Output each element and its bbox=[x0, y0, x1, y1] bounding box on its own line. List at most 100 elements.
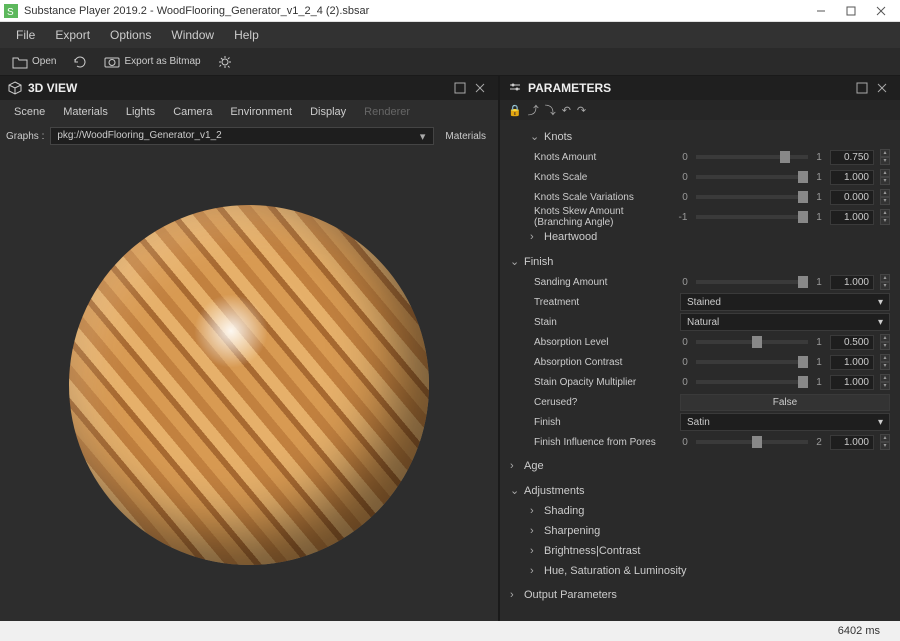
import-params-icon[interactable]: ⤵ bbox=[545, 102, 556, 118]
menubar: File Export Options Window Help bbox=[0, 22, 900, 48]
value-sanding[interactable]: 1.000 bbox=[830, 275, 874, 290]
value-knots-skew[interactable]: 1.000 bbox=[830, 210, 874, 225]
group-heartwood[interactable]: › Heartwood bbox=[500, 227, 900, 247]
slider-knots-scale[interactable] bbox=[696, 175, 808, 179]
group-output-label: Output Parameters bbox=[524, 589, 617, 601]
export-bitmap-label: Export as Bitmap bbox=[124, 56, 200, 67]
value-stain-opacity[interactable]: 1.000 bbox=[830, 375, 874, 390]
undock-icon[interactable] bbox=[450, 80, 470, 96]
toolbar: Open Export as Bitmap bbox=[0, 48, 900, 76]
param-stain: Stain Natural▾ bbox=[500, 312, 900, 332]
render-time: 6402 ms bbox=[838, 625, 880, 637]
menu-window[interactable]: Window bbox=[161, 24, 224, 46]
minimize-button[interactable] bbox=[806, 1, 836, 21]
stepper-stain-opacity[interactable]: ▴▾ bbox=[880, 374, 890, 390]
value-knots-scale[interactable]: 1.000 bbox=[830, 170, 874, 185]
value-finish-pores[interactable]: 1.000 bbox=[830, 435, 874, 450]
param-finish-dd: Finish Satin▾ bbox=[500, 412, 900, 432]
close-button[interactable] bbox=[866, 1, 896, 21]
slider-finish-pores[interactable] bbox=[696, 440, 808, 444]
export-params-icon[interactable]: ⤴ bbox=[528, 102, 539, 118]
graphs-select[interactable]: pkg://WoodFlooring_Generator_v1_2 bbox=[50, 127, 434, 145]
menu-export[interactable]: Export bbox=[45, 24, 100, 46]
stepper-sanding[interactable]: ▴▾ bbox=[880, 274, 890, 290]
tab-display[interactable]: Display bbox=[302, 103, 354, 121]
panel-3d-view: 3D VIEW Scene Materials Lights Camera En… bbox=[0, 76, 500, 621]
group-knots[interactable]: ⌄ Knots bbox=[500, 126, 900, 147]
chevron-down-icon: ⌄ bbox=[510, 255, 518, 268]
open-label: Open bbox=[32, 56, 56, 67]
undo-icon[interactable]: ↶ bbox=[562, 104, 571, 117]
folder-open-icon bbox=[12, 55, 28, 69]
graphs-label: Graphs : bbox=[6, 131, 44, 142]
param-knots-skew: Knots Skew Amount (Branching Angle) -1 1… bbox=[500, 207, 900, 227]
stepper-absorption-contrast[interactable]: ▴▾ bbox=[880, 354, 890, 370]
maximize-button[interactable] bbox=[836, 1, 866, 21]
stepper-absorption-level[interactable]: ▴▾ bbox=[880, 334, 890, 350]
chevron-right-icon: › bbox=[530, 505, 538, 517]
dropdown-stain[interactable]: Natural▾ bbox=[680, 313, 890, 331]
window-titlebar: S Substance Player 2019.2 - WoodFlooring… bbox=[0, 0, 900, 22]
group-output-parameters[interactable]: › Output Parameters bbox=[500, 585, 900, 605]
slider-absorption-contrast[interactable] bbox=[696, 360, 808, 364]
dropdown-treatment[interactable]: Stained▾ bbox=[680, 293, 890, 311]
dropdown-finish[interactable]: Satin▾ bbox=[680, 413, 890, 431]
parameters-scroll[interactable]: ⌄ Knots Knots Amount 0 1 0.750 ▴▾ Knots … bbox=[500, 120, 900, 621]
chevron-down-icon[interactable]: ▾ bbox=[420, 130, 426, 143]
sliders-icon bbox=[508, 81, 522, 95]
chevron-right-icon: › bbox=[510, 589, 518, 601]
close-params-icon[interactable] bbox=[872, 80, 892, 96]
stepper-knots-scale-var[interactable]: ▴▾ bbox=[880, 189, 890, 205]
slider-sanding[interactable] bbox=[696, 280, 808, 284]
param-finish-pores: Finish Influence from Pores 0 2 1.000 ▴▾ bbox=[500, 432, 900, 452]
group-brightness-contrast-label: Brightness|Contrast bbox=[544, 545, 640, 557]
group-adjustments[interactable]: ⌄ Adjustments bbox=[500, 480, 900, 501]
toggle-cerused[interactable]: False bbox=[680, 394, 890, 411]
undock-params-icon[interactable] bbox=[852, 80, 872, 96]
param-knots-scale: Knots Scale 0 1 1.000 ▴▾ bbox=[500, 167, 900, 187]
redo-icon[interactable]: ↷ bbox=[577, 104, 586, 117]
tab-renderer[interactable]: Renderer bbox=[356, 103, 418, 121]
refresh-button[interactable] bbox=[66, 53, 94, 71]
close-panel-icon[interactable] bbox=[470, 80, 490, 96]
menu-file[interactable]: File bbox=[6, 24, 45, 46]
slider-stain-opacity[interactable] bbox=[696, 380, 808, 384]
window-title: Substance Player 2019.2 - WoodFlooring_G… bbox=[24, 5, 806, 17]
stepper-knots-amount[interactable]: ▴▾ bbox=[880, 149, 890, 165]
stepper-knots-skew[interactable]: ▴▾ bbox=[880, 209, 890, 225]
menu-help[interactable]: Help bbox=[224, 24, 269, 46]
tab-materials[interactable]: Materials bbox=[55, 103, 116, 121]
chevron-right-icon: › bbox=[530, 231, 538, 243]
group-finish[interactable]: ⌄ Finish bbox=[500, 251, 900, 272]
settings-button[interactable] bbox=[211, 53, 239, 71]
lock-icon[interactable]: 🔒 bbox=[508, 104, 522, 117]
slider-knots-skew[interactable] bbox=[696, 215, 808, 219]
tab-lights[interactable]: Lights bbox=[118, 103, 163, 121]
param-absorption-contrast: Absorption Contrast 0 1 1.000 ▴▾ bbox=[500, 352, 900, 372]
group-brightness-contrast[interactable]: › Brightness|Contrast bbox=[500, 541, 900, 561]
group-shading[interactable]: › Shading bbox=[500, 501, 900, 521]
group-sharpening[interactable]: › Sharpening bbox=[500, 521, 900, 541]
viewport-3d[interactable] bbox=[0, 148, 498, 621]
export-bitmap-button[interactable]: Export as Bitmap bbox=[98, 53, 206, 71]
value-absorption-level[interactable]: 0.500 bbox=[830, 335, 874, 350]
menu-options[interactable]: Options bbox=[100, 24, 161, 46]
group-adjustments-label: Adjustments bbox=[524, 485, 585, 497]
group-hsl[interactable]: › Hue, Saturation & Luminosity bbox=[500, 561, 900, 581]
value-knots-amount[interactable]: 0.750 bbox=[830, 150, 874, 165]
tab-camera[interactable]: Camera bbox=[165, 103, 220, 121]
tab-environment[interactable]: Environment bbox=[222, 103, 300, 121]
open-button[interactable]: Open bbox=[6, 53, 62, 71]
materials-button[interactable]: Materials bbox=[439, 129, 492, 144]
stepper-knots-scale[interactable]: ▴▾ bbox=[880, 169, 890, 185]
slider-knots-scale-var[interactable] bbox=[696, 195, 808, 199]
value-knots-scale-var[interactable]: 0.000 bbox=[830, 190, 874, 205]
stepper-finish-pores[interactable]: ▴▾ bbox=[880, 434, 890, 450]
slider-absorption-level[interactable] bbox=[696, 340, 808, 344]
value-absorption-contrast[interactable]: 1.000 bbox=[830, 355, 874, 370]
group-knots-label: Knots bbox=[544, 131, 572, 143]
tab-scene[interactable]: Scene bbox=[6, 103, 53, 121]
slider-knots-amount[interactable] bbox=[696, 155, 808, 159]
group-age[interactable]: › Age bbox=[500, 456, 900, 476]
param-treatment: Treatment Stained▾ bbox=[500, 292, 900, 312]
